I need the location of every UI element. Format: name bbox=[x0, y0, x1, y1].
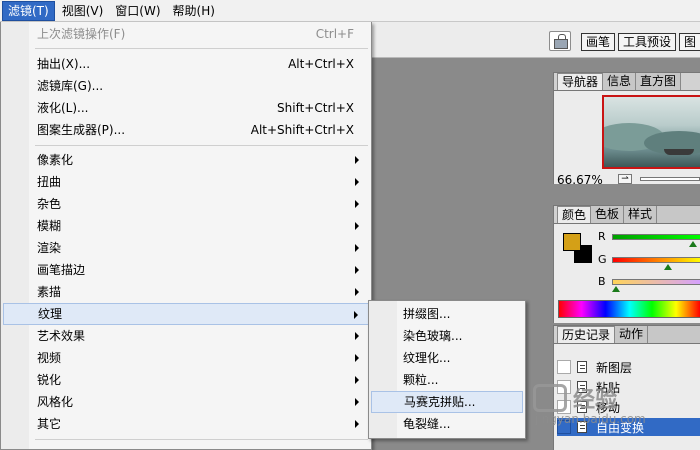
menu-item-render[interactable]: 渲染 bbox=[3, 237, 370, 259]
channel-g-label: G bbox=[598, 253, 607, 266]
submenu-arrow-icon bbox=[354, 311, 358, 319]
submenu-item-stained-glass[interactable]: 染色玻璃... bbox=[371, 325, 523, 347]
submenu-item-craquelure[interactable]: 龟裂缝... bbox=[371, 413, 523, 435]
channel-b-knob-icon[interactable] bbox=[611, 286, 620, 292]
menu-item-video[interactable]: 视频 bbox=[3, 347, 370, 369]
history-step[interactable]: 新图层 bbox=[557, 358, 700, 376]
tab-info[interactable]: 信息 bbox=[603, 73, 637, 90]
menu-item-last-filter[interactable]: 上次滤镜操作(F) Ctrl+F bbox=[3, 23, 370, 45]
history-state-icon bbox=[577, 381, 587, 393]
history-state-icon bbox=[577, 401, 587, 413]
zoom-out-icon[interactable]: ⇀ bbox=[618, 174, 632, 184]
menu-help[interactable]: 帮助(H) bbox=[168, 1, 220, 21]
navigator-palette: 导航器 信息 直方图 66.67% ⇀ bbox=[553, 72, 700, 184]
menu-item-extract[interactable]: 抽出(X)... Alt+Ctrl+X bbox=[3, 53, 370, 75]
history-step-label: 新图层 bbox=[596, 360, 633, 375]
history-step[interactable]: 移动 bbox=[557, 398, 700, 416]
history-snapshot-checkbox[interactable] bbox=[557, 380, 571, 394]
menu-item-stylize[interactable]: 风格化 bbox=[3, 391, 370, 413]
submenu-item-texturizer[interactable]: 纹理化... bbox=[371, 347, 523, 369]
zoom-value[interactable]: 66.67% bbox=[557, 173, 603, 184]
history-step-label: 粘贴 bbox=[596, 380, 621, 395]
navigator-thumbnail[interactable] bbox=[602, 95, 700, 169]
file-browser-icon[interactable] bbox=[549, 31, 571, 51]
submenu-arrow-icon bbox=[355, 398, 359, 406]
menu-item-filter-gallery[interactable]: 滤镜库(G)... bbox=[3, 75, 370, 97]
menu-item-texture[interactable]: 纹理 bbox=[3, 303, 370, 325]
history-snapshot-checkbox[interactable] bbox=[557, 360, 571, 374]
submenu-arrow-icon bbox=[355, 420, 359, 428]
channel-r-slider[interactable] bbox=[612, 234, 700, 240]
submenu-arrow-icon bbox=[355, 244, 359, 252]
submenu-item-patchwork[interactable]: 拼缀图... bbox=[371, 303, 523, 325]
tab-swatches[interactable]: 色板 bbox=[591, 206, 625, 223]
menu-item-sharpen[interactable]: 锐化 bbox=[3, 369, 370, 391]
channel-r-knob-icon[interactable] bbox=[689, 241, 697, 247]
tab-actions[interactable]: 动作 bbox=[615, 326, 649, 343]
history-palette: 历史记录 动作 新图层 粘贴 移动 自由变换 bbox=[553, 325, 700, 450]
submenu-item-grain[interactable]: 颗粒... bbox=[371, 369, 523, 391]
texture-submenu: 拼缀图... 染色玻璃... 纹理化... 颗粒... 马赛克拼贴... 龟裂缝… bbox=[368, 300, 526, 439]
channel-b-slider[interactable] bbox=[612, 279, 700, 285]
submenu-arrow-icon bbox=[355, 178, 359, 186]
history-snapshot-checkbox[interactable] bbox=[557, 400, 571, 414]
well-tab-tool-presets[interactable]: 工具预设 bbox=[618, 33, 677, 51]
submenu-arrow-icon bbox=[355, 266, 359, 274]
tab-histogram[interactable]: 直方图 bbox=[636, 73, 682, 90]
history-state-icon bbox=[577, 421, 587, 433]
palette-well: 画笔 工具预设 图 bbox=[581, 33, 700, 51]
submenu-arrow-icon bbox=[355, 376, 359, 384]
menu-filter[interactable]: 滤镜(T) bbox=[2, 0, 55, 21]
menu-item-pattern-maker[interactable]: 图案生成器(P)... Alt+Shift+Ctrl+X bbox=[3, 119, 370, 141]
tab-history[interactable]: 历史记录 bbox=[557, 326, 616, 343]
menu-item-distort[interactable]: 扭曲 bbox=[3, 171, 370, 193]
well-tab-brushes[interactable]: 画笔 bbox=[581, 33, 616, 51]
well-tab-layer-comps[interactable]: 图 bbox=[679, 33, 700, 51]
submenu-arrow-icon bbox=[355, 332, 359, 340]
filter-menu: 上次滤镜操作(F) Ctrl+F 抽出(X)... Alt+Ctrl+X 滤镜库… bbox=[0, 22, 372, 450]
shortcut-label: Alt+Ctrl+X bbox=[288, 57, 354, 71]
menu-item-other[interactable]: 其它 bbox=[3, 413, 370, 435]
shortcut-label: Alt+Shift+Ctrl+X bbox=[250, 123, 354, 137]
channel-g-knob-icon[interactable] bbox=[663, 264, 672, 270]
color-ramp[interactable] bbox=[558, 300, 700, 318]
tab-styles[interactable]: 样式 bbox=[624, 206, 658, 223]
menu-item-pixelate[interactable]: 像素化 bbox=[3, 149, 370, 171]
channel-g-slider[interactable] bbox=[612, 257, 700, 263]
history-snapshot-checkbox[interactable] bbox=[557, 420, 571, 434]
menu-view[interactable]: 视图(V) bbox=[57, 1, 109, 21]
history-step-selected[interactable]: 自由变换 bbox=[557, 418, 700, 436]
color-palette: 颜色 色板 样式 R G B bbox=[553, 205, 700, 323]
zoom-slider[interactable] bbox=[640, 177, 700, 181]
menu-item-artistic[interactable]: 艺术效果 bbox=[3, 325, 370, 347]
channel-r-label: R bbox=[598, 230, 606, 243]
menu-window[interactable]: 窗口(W) bbox=[110, 1, 165, 21]
menu-item-noise[interactable]: 杂色 bbox=[3, 193, 370, 215]
shortcut-label: Ctrl+F bbox=[315, 27, 354, 41]
shortcut-label: Shift+Ctrl+X bbox=[277, 101, 354, 115]
tab-color[interactable]: 颜色 bbox=[557, 206, 592, 223]
menu-item-blur[interactable]: 模糊 bbox=[3, 215, 370, 237]
history-step[interactable]: 粘贴 bbox=[557, 378, 700, 396]
submenu-arrow-icon bbox=[355, 200, 359, 208]
history-step-label: 自由变换 bbox=[596, 420, 645, 435]
submenu-arrow-icon bbox=[355, 354, 359, 362]
submenu-arrow-icon bbox=[355, 156, 359, 164]
history-state-icon bbox=[577, 361, 587, 373]
channel-b-label: B bbox=[598, 275, 606, 288]
submenu-arrow-icon bbox=[355, 288, 359, 296]
foreground-color-swatch[interactable] bbox=[563, 233, 581, 251]
tab-navigator[interactable]: 导航器 bbox=[557, 73, 604, 90]
submenu-item-mosaic-tiles[interactable]: 马赛克拼贴... bbox=[371, 391, 523, 413]
menu-item-brush-strokes[interactable]: 画笔描边 bbox=[3, 259, 370, 281]
history-step-label: 移动 bbox=[596, 400, 621, 415]
menu-item-sketch[interactable]: 素描 bbox=[3, 281, 370, 303]
submenu-arrow-icon bbox=[355, 222, 359, 230]
menu-item-liquify[interactable]: 液化(L)... Shift+Ctrl+X bbox=[3, 97, 370, 119]
menu-bar: 滤镜(T) 视图(V) 窗口(W) 帮助(H) bbox=[0, 0, 700, 22]
